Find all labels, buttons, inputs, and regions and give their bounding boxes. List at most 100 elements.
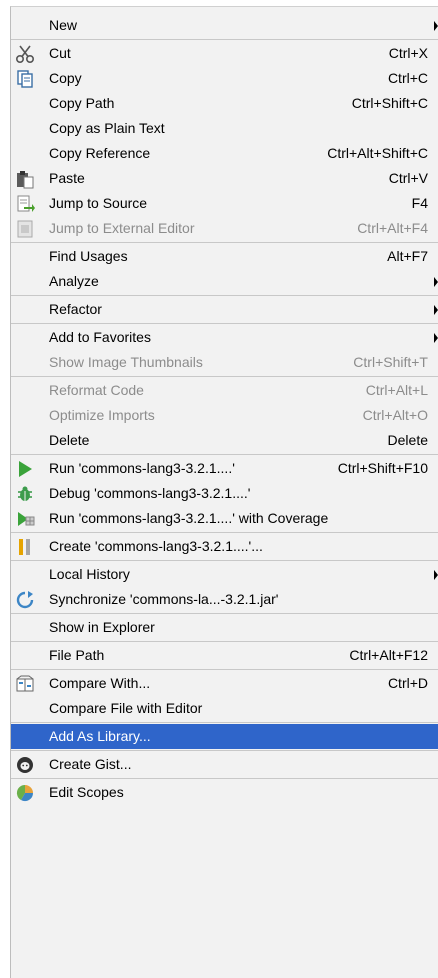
copy-icon <box>17 70 33 88</box>
menu-item-shortcut: Ctrl+Shift+C <box>351 95 428 111</box>
menu-item-shortcut: Ctrl+Shift+F10 <box>337 460 428 476</box>
menu-item-label: Copy as Plain Text <box>49 120 165 136</box>
menu-item-label: Refactor <box>49 301 102 317</box>
menu-separator <box>11 560 438 561</box>
menu-item-reformat-code[interactable]: Reformat Code Ctrl+Alt+L <box>11 378 438 403</box>
menu-item-shortcut: Ctrl+Alt+Shift+C <box>327 145 428 161</box>
run-icon <box>19 461 32 477</box>
menu-item-run[interactable]: Run 'commons-lang3-3.2.1....' Ctrl+Shift… <box>11 456 438 481</box>
synchronize-icon <box>16 591 34 609</box>
editor-edge <box>0 0 10 978</box>
menu-item-label: New <box>49 17 78 33</box>
menu-item-label: Copy <box>49 70 82 86</box>
menu-item-label: Optimize Imports <box>49 407 155 423</box>
github-octocat-icon <box>17 757 33 773</box>
submenu-arrow-icon <box>434 570 438 580</box>
menu-item-label: Show in Explorer <box>49 619 155 635</box>
menu-separator <box>11 641 438 642</box>
menu-item-label: Run 'commons-lang3-3.2.1....' <box>49 460 235 476</box>
menu-item-copy-path[interactable]: Copy Path Ctrl+Shift+C <box>11 91 438 116</box>
menu-item-shortcut: Delete <box>387 432 428 448</box>
menu-item-synchronize[interactable]: Synchronize 'commons-la...-3.2.1.jar' <box>11 587 438 612</box>
menu-item-edit-scopes[interactable]: Edit Scopes <box>11 780 438 805</box>
menu-item-show-image-thumbnails[interactable]: Show Image Thumbnails Ctrl+Shift+T <box>11 350 438 375</box>
menu-item-label: Debug 'commons-lang3-3.2.1....' <box>49 485 251 501</box>
context-menu: New Cut Ctrl+X Copy Ctrl+C Copy Path Ctr… <box>10 6 438 978</box>
menu-item-shortcut: Ctrl+C <box>387 70 428 86</box>
menu-item-analyze[interactable]: Analyze <box>11 269 438 294</box>
menu-separator <box>11 242 438 243</box>
menu-separator <box>11 613 438 614</box>
menu-item-shortcut: Alt+F7 <box>387 248 428 264</box>
jump-to-source-icon <box>17 195 35 212</box>
menu-item-label: File Path <box>49 647 105 663</box>
submenu-arrow-icon <box>434 21 438 31</box>
compare-icon <box>16 675 34 692</box>
menu-item-add-to-favorites[interactable]: Add to Favorites <box>11 325 438 350</box>
scopes-pie-icon <box>16 784 34 802</box>
menu-item-debug[interactable]: Debug 'commons-lang3-3.2.1....' <box>11 481 438 506</box>
menu-separator <box>11 454 438 455</box>
menu-item-compare-file-with-editor[interactable]: Compare File with Editor <box>11 696 438 721</box>
menu-item-run-with-coverage[interactable]: Run 'commons-lang3-3.2.1....' with Cover… <box>11 506 438 531</box>
menu-item-label: Add to Favorites <box>49 329 151 345</box>
menu-item-copy-reference[interactable]: Copy Reference Ctrl+Alt+Shift+C <box>11 141 438 166</box>
menu-separator <box>11 295 438 296</box>
menu-item-paste[interactable]: Paste Ctrl+V <box>11 166 438 191</box>
menu-item-delete[interactable]: Delete Delete <box>11 428 438 453</box>
coverage-icon <box>18 512 35 526</box>
menu-item-copy-plain-text[interactable]: Copy as Plain Text <box>11 116 438 141</box>
menu-separator <box>11 323 438 324</box>
menu-item-compare-with[interactable]: Compare With... Ctrl+D <box>11 671 438 696</box>
menu-item-label: Local History <box>49 566 130 582</box>
menu-separator <box>11 532 438 533</box>
menu-item-copy[interactable]: Copy Ctrl+C <box>11 66 438 91</box>
menu-item-label: Compare File with Editor <box>49 700 203 716</box>
menu-separator <box>11 750 438 751</box>
menu-item-label: Run 'commons-lang3-3.2.1....' with Cover… <box>49 510 329 526</box>
menu-item-shortcut: F4 <box>411 195 428 211</box>
menu-item-cut[interactable]: Cut Ctrl+X <box>11 41 438 66</box>
menu-item-label: Copy Path <box>49 95 115 111</box>
menu-item-label: Jump to External Editor <box>49 220 195 236</box>
menu-item-label: Synchronize 'commons-la...-3.2.1.jar' <box>49 591 279 607</box>
menu-item-shortcut: Ctrl+Alt+F4 <box>357 220 428 236</box>
menu-item-find-usages[interactable]: Find Usages Alt+F7 <box>11 244 438 269</box>
menu-item-label: Jump to Source <box>49 195 148 211</box>
menu-item-shortcut: Ctrl+Alt+O <box>362 407 428 423</box>
menu-item-create-configuration[interactable]: Create 'commons-lang3-3.2.1....'... <box>11 534 438 559</box>
menu-item-shortcut: Ctrl+X <box>388 45 428 61</box>
menu-item-add-as-library[interactable]: Add As Library... <box>11 724 438 749</box>
scissors-icon <box>15 45 35 64</box>
menu-item-file-path[interactable]: File Path Ctrl+Alt+F12 <box>11 643 438 668</box>
menu-item-jump-to-source[interactable]: Jump to Source F4 <box>11 191 438 216</box>
menu-item-label: Compare With... <box>49 675 151 691</box>
menu-item-label: Paste <box>49 170 85 186</box>
menu-item-label: Cut <box>49 45 71 61</box>
menu-item-shortcut: Ctrl+Shift+T <box>353 354 428 370</box>
submenu-arrow-icon <box>434 277 438 287</box>
menu-item-new[interactable]: New <box>11 13 438 38</box>
submenu-arrow-icon <box>434 333 438 343</box>
menu-item-shortcut: Ctrl+D <box>387 675 428 691</box>
menu-item-optimize-imports[interactable]: Optimize Imports Ctrl+Alt+O <box>11 403 438 428</box>
debug-bug-icon <box>18 486 32 501</box>
menu-item-label: Create Gist... <box>49 756 132 772</box>
menu-item-create-gist[interactable]: Create Gist... <box>11 752 438 777</box>
menu-item-label: Show Image Thumbnails <box>49 354 203 370</box>
menu-item-local-history[interactable]: Local History <box>11 562 438 587</box>
menu-item-show-in-explorer[interactable]: Show in Explorer <box>11 615 438 640</box>
menu-item-label: Edit Scopes <box>49 784 124 800</box>
menu-item-label: Create 'commons-lang3-3.2.1....'... <box>49 538 263 554</box>
menu-item-refactor[interactable]: Refactor <box>11 297 438 322</box>
menu-separator <box>11 39 438 40</box>
menu-separator <box>11 778 438 779</box>
menu-item-label: Add As Library... <box>49 728 151 744</box>
run-configuration-icon <box>19 539 30 555</box>
menu-item-jump-to-external-editor[interactable]: Jump to External Editor Ctrl+Alt+F4 <box>11 216 438 241</box>
menu-item-label: Find Usages <box>49 248 128 264</box>
external-editor-icon <box>17 220 33 238</box>
menu-item-shortcut: Ctrl+V <box>388 170 428 186</box>
menu-item-label: Copy Reference <box>49 145 151 161</box>
menu-separator <box>11 669 438 670</box>
